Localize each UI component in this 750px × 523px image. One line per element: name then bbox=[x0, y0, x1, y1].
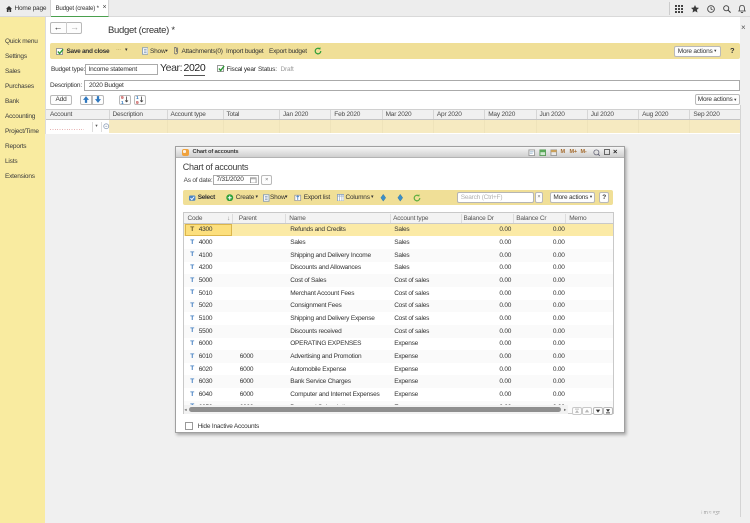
svg-text:9: 9 bbox=[136, 100, 139, 104]
svg-text:1: 1 bbox=[121, 100, 124, 104]
